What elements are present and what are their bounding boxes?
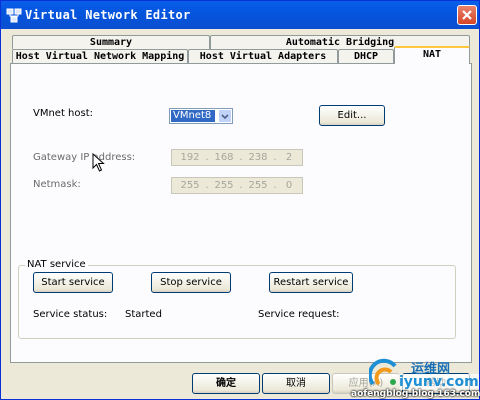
edit-button[interactable]: Edit... (319, 105, 385, 126)
gateway-octet-4: 2 (285, 152, 293, 163)
close-icon (462, 10, 472, 20)
netmask-octet-4: 0 (285, 180, 293, 191)
gateway-ip-label: Gateway IP address: (33, 152, 136, 163)
nat-service-group-title: NAT service (25, 259, 88, 270)
service-request-label: Service request: (258, 309, 340, 320)
netmask-octet-1: 255 (180, 180, 200, 191)
stop-service-button[interactable]: Stop service (151, 272, 231, 293)
tab-host-virtual-network-mapping[interactable]: Host Virtual Network Mapping (12, 49, 188, 63)
vmnet-host-select[interactable]: VMnet8 (169, 108, 233, 124)
service-status-label: Service status: (33, 309, 108, 320)
network-icon (6, 8, 22, 23)
tab-dhcp[interactable]: DHCP (338, 49, 394, 63)
watermark-source: aofengblog.blog.163.com (351, 389, 480, 399)
ok-button[interactable]: 确定 (192, 373, 260, 394)
tab-summary[interactable]: Summary (12, 35, 210, 49)
gateway-octet-2: 168 (214, 152, 234, 163)
window-title: Virtual Network Editor (25, 8, 191, 22)
netmask-label: Netmask: (33, 179, 81, 190)
netmask-octet-2: 255 (214, 180, 234, 191)
tab-nat[interactable]: NAT (394, 46, 470, 64)
cancel-button[interactable]: 取消 (262, 373, 330, 394)
start-service-button[interactable]: Start service (33, 272, 113, 293)
netmask-field[interactable]: 255 . 255 . 255 . 0 (171, 177, 303, 194)
restart-service-button[interactable]: Restart service (269, 272, 353, 293)
title-bar[interactable]: Virtual Network Editor (1, 1, 479, 29)
gateway-ip-field[interactable]: 192 . 168 . 238 . 2 (171, 149, 303, 166)
tab-host-virtual-adapters[interactable]: Host Virtual Adapters (188, 49, 338, 63)
vmnet-host-selected-value: VMnet8 (171, 110, 215, 122)
vmnet-host-label: VMnet host: (33, 108, 94, 119)
close-button[interactable] (457, 5, 477, 25)
netmask-octet-3: 255 (248, 180, 268, 191)
watermark-logo-icon (369, 358, 397, 386)
gateway-octet-3: 238 (248, 152, 268, 163)
watermark-brand: iyunv.com (399, 374, 479, 390)
service-status-value: Started (125, 309, 162, 320)
gateway-octet-1: 192 (180, 152, 200, 163)
site-watermark: 运维网 iyunv.com aofengblog.blog.163.com (351, 356, 480, 400)
dropdown-arrow-icon[interactable] (218, 109, 232, 123)
virtual-network-editor-window: Virtual Network Editor Summary Automatic… (0, 0, 480, 400)
mouse-cursor-icon (92, 153, 105, 172)
